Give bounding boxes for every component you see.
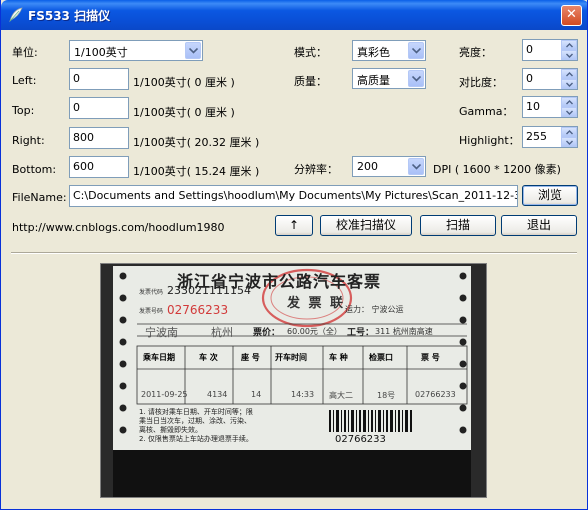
close-button[interactable]: ✕ xyxy=(561,5,582,26)
filename-input[interactable]: C:\Documents and Settings\hoodlum\My Doc… xyxy=(69,185,518,207)
unit-select-value: 1/100英寸 xyxy=(74,46,128,59)
resolution-select-value: 200 xyxy=(357,160,378,173)
contrast-spinner[interactable]: 0 xyxy=(522,68,578,90)
ticket-header-cell: 座 号 xyxy=(241,353,260,362)
ticket-barcode-number: 02766233 xyxy=(335,434,386,445)
bottom-margin-input[interactable]: 600 xyxy=(69,156,129,178)
ticket-header-cell: 检票口 xyxy=(369,353,393,362)
up-button[interactable]: ↑ xyxy=(275,215,313,236)
gamma-spinner[interactable]: 10 xyxy=(522,96,578,118)
app-feather-icon xyxy=(9,7,23,23)
close-icon: ✕ xyxy=(566,7,577,22)
bottom-margin-unit: 1/100英寸( 15.24 厘米 ) xyxy=(133,165,260,178)
window-title: FS533 扫描仪 xyxy=(28,9,111,23)
spin-down-icon[interactable] xyxy=(561,137,577,147)
spin-up-icon[interactable] xyxy=(561,127,577,137)
quality-label: 质量： xyxy=(294,75,327,88)
unit-label: 单位: xyxy=(12,46,38,59)
brightness-label: 亮度： xyxy=(459,46,492,59)
mode-select-value: 真彩色 xyxy=(357,46,390,59)
left-label: Left: xyxy=(12,74,37,87)
contrast-value: 0 xyxy=(526,72,533,85)
ticket-side-label-code: 发票代码 xyxy=(139,289,164,296)
mode-select[interactable]: 真彩色 xyxy=(352,40,426,61)
ticket-serial-red: 02766233 xyxy=(167,303,229,317)
ticket-header-cell: 车 次 xyxy=(199,353,218,362)
title-bar[interactable]: FS533 扫描仪 ✕ xyxy=(1,0,587,30)
calibrate-button[interactable]: 校准扫描仪 xyxy=(320,215,412,236)
highlight-value: 255 xyxy=(526,130,547,143)
up-arrow-icon: ↑ xyxy=(288,218,300,232)
chevron-down-icon[interactable] xyxy=(185,42,201,59)
contrast-label: 对比度： xyxy=(459,76,503,89)
scan-button[interactable]: 扫描 xyxy=(420,215,496,236)
spin-down-icon[interactable] xyxy=(561,79,577,89)
author-url[interactable]: http://www.cnblogs.com/hoodlum1980 xyxy=(12,221,225,234)
ticket-cell: 高大二 xyxy=(329,391,353,400)
ticket-cell: 14:33 xyxy=(291,390,315,399)
unit-select[interactable]: 1/100英寸 xyxy=(69,40,203,61)
spin-down-icon[interactable] xyxy=(561,107,577,117)
ticket-cell: 4134 xyxy=(207,390,228,399)
ticket-code: 233021111154 xyxy=(167,284,251,297)
resolution-select[interactable]: 200 xyxy=(352,156,426,177)
ticket-cell: 14 xyxy=(251,390,262,399)
bottom-label: Bottom: xyxy=(12,163,57,176)
ticket-note-line: 2. 仅限售票站上车站办理退票手续。 xyxy=(139,435,253,443)
ticket-fare-label: 票价： xyxy=(253,328,281,338)
ticket-header-cell: 乘车日期 xyxy=(143,353,175,362)
right-margin-input[interactable]: 800 xyxy=(69,127,129,149)
resolution-label: 分辨率： xyxy=(294,163,338,176)
brightness-value: 0 xyxy=(526,43,533,56)
left-margin-input[interactable]: 0 xyxy=(69,68,129,90)
ticket-carrier: 运力： 宁波公运 xyxy=(345,305,404,314)
gamma-value: 10 xyxy=(526,100,540,113)
ticket-table-row: 2011-09-25 4134 14 14:33 高大二 18号 0276623… xyxy=(137,390,467,402)
exit-button[interactable]: 退出 xyxy=(501,215,577,236)
ticket-window: 311 杭州南高速 xyxy=(375,327,433,336)
ticket-header-cell: 车 种 xyxy=(329,353,348,362)
ticket-fare: 60.00元（全） xyxy=(287,327,342,336)
chevron-down-icon[interactable] xyxy=(408,70,424,87)
dpi-readout: DPI ( 1600 * 1200 像素) xyxy=(433,163,561,176)
spin-down-icon[interactable] xyxy=(561,50,577,60)
ticket-window-label: 工号： xyxy=(347,328,375,338)
gamma-label: Gamma： xyxy=(459,105,514,118)
highlight-spinner[interactable]: 255 xyxy=(522,126,578,148)
top-label: Top: xyxy=(12,104,35,117)
spin-up-icon[interactable] xyxy=(561,97,577,107)
top-margin-unit: 1/100英寸( 0 厘米 ) xyxy=(133,106,235,119)
quality-select[interactable]: 高质量 xyxy=(352,68,426,89)
left-margin-unit: 1/100英寸( 0 厘米 ) xyxy=(133,76,235,89)
ticket-cell: 18号 xyxy=(377,391,396,400)
brightness-spinner[interactable]: 0 xyxy=(522,39,578,61)
scanner-window: FS533 扫描仪 ✕ 单位: 1/100英寸 模式： 真彩色 亮度： 0 Le… xyxy=(0,0,588,510)
highlight-label: Highlight： xyxy=(459,134,520,147)
filename-label: FileName: xyxy=(12,191,67,204)
ticket-stamp-text: 发 票 联 xyxy=(287,296,346,311)
ticket-header-cell: 开车时间 xyxy=(275,353,307,362)
ticket-side-label-serial: 发票号码 xyxy=(139,308,164,315)
ticket-cell: 2011-09-25 xyxy=(141,390,188,399)
ticket-cell: 02766233 xyxy=(415,390,456,399)
ticket-header-cell: 票 号 xyxy=(421,353,440,362)
mode-label: 模式： xyxy=(294,46,327,59)
quality-select-value: 高质量 xyxy=(357,74,390,87)
ticket-route-from: 宁波南 xyxy=(145,326,178,339)
chevron-down-icon[interactable] xyxy=(408,42,424,59)
top-margin-input[interactable]: 0 xyxy=(69,97,129,119)
right-margin-unit: 1/100英寸( 20.32 厘米 ) xyxy=(133,136,260,149)
ticket-route-to: 杭州 xyxy=(211,326,233,339)
chevron-down-icon[interactable] xyxy=(408,158,424,175)
right-label: Right: xyxy=(12,134,45,147)
ticket-table-header: 乘车日期 车 次 座 号 开车时间 车 种 检票口 票 号 xyxy=(137,352,467,364)
spin-up-icon[interactable] xyxy=(561,40,577,50)
browse-button[interactable]: 浏览 xyxy=(522,185,578,206)
spin-up-icon[interactable] xyxy=(561,69,577,79)
separator xyxy=(11,252,577,254)
scan-preview: 浙江省宁波市公路汽车客票 发票代码 233021111154 发票号码 0276… xyxy=(100,263,487,498)
